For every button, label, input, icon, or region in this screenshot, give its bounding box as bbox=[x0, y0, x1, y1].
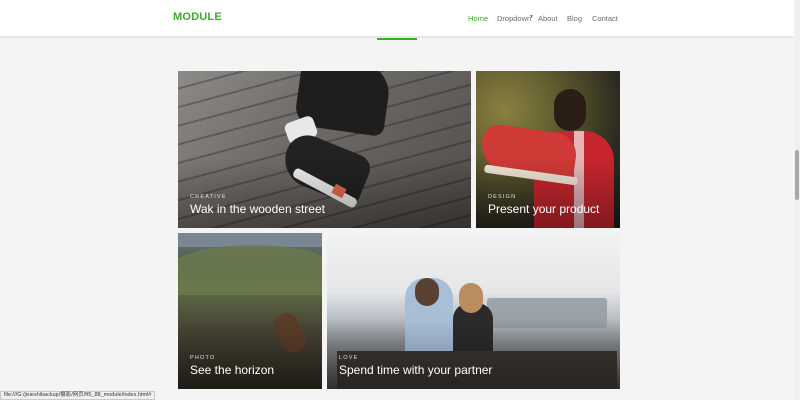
card-category: DESIGN bbox=[488, 194, 517, 200]
nav-home[interactable]: Home bbox=[468, 14, 488, 23]
card-title[interactable]: Wak in the wooden street bbox=[190, 202, 325, 216]
navbar: MODULE Home Dropdown ▼ About Blog Contac… bbox=[0, 0, 794, 36]
card-title[interactable]: Present your product bbox=[488, 202, 599, 216]
caret-down-icon[interactable]: ▼ bbox=[529, 14, 534, 20]
portfolio-card-love[interactable]: LOVE Spend time with your partner bbox=[327, 233, 620, 389]
card-title[interactable]: See the horizon bbox=[190, 363, 274, 377]
scrollbar-thumb[interactable] bbox=[795, 150, 799, 200]
nav-dropdown[interactable]: Dropdown bbox=[497, 14, 531, 23]
nav-about[interactable]: About bbox=[538, 14, 558, 23]
card-category: CREATIVE bbox=[190, 194, 227, 200]
nav-contact[interactable]: Contact bbox=[592, 14, 618, 23]
scrollbar-track[interactable] bbox=[794, 0, 800, 400]
nav-blog[interactable]: Blog bbox=[567, 14, 582, 23]
portfolio-card-creative[interactable]: CREATIVE Wak in the wooden street bbox=[178, 71, 471, 228]
card-category: PHOTO bbox=[190, 355, 216, 361]
portfolio-card-design[interactable]: DESIGN Present your product bbox=[476, 71, 620, 228]
portfolio-card-photo[interactable]: PHOTO See the horizon bbox=[178, 233, 322, 389]
brand-logo[interactable]: MODULE bbox=[173, 11, 222, 23]
status-bar-url: file:///G:/jixieshibackup/摄影/网页/ft5_88_m… bbox=[0, 391, 156, 400]
card-title[interactable]: Spend time with your partner bbox=[339, 363, 492, 377]
card-category: LOVE bbox=[339, 355, 359, 361]
section-accent-line bbox=[377, 38, 417, 40]
